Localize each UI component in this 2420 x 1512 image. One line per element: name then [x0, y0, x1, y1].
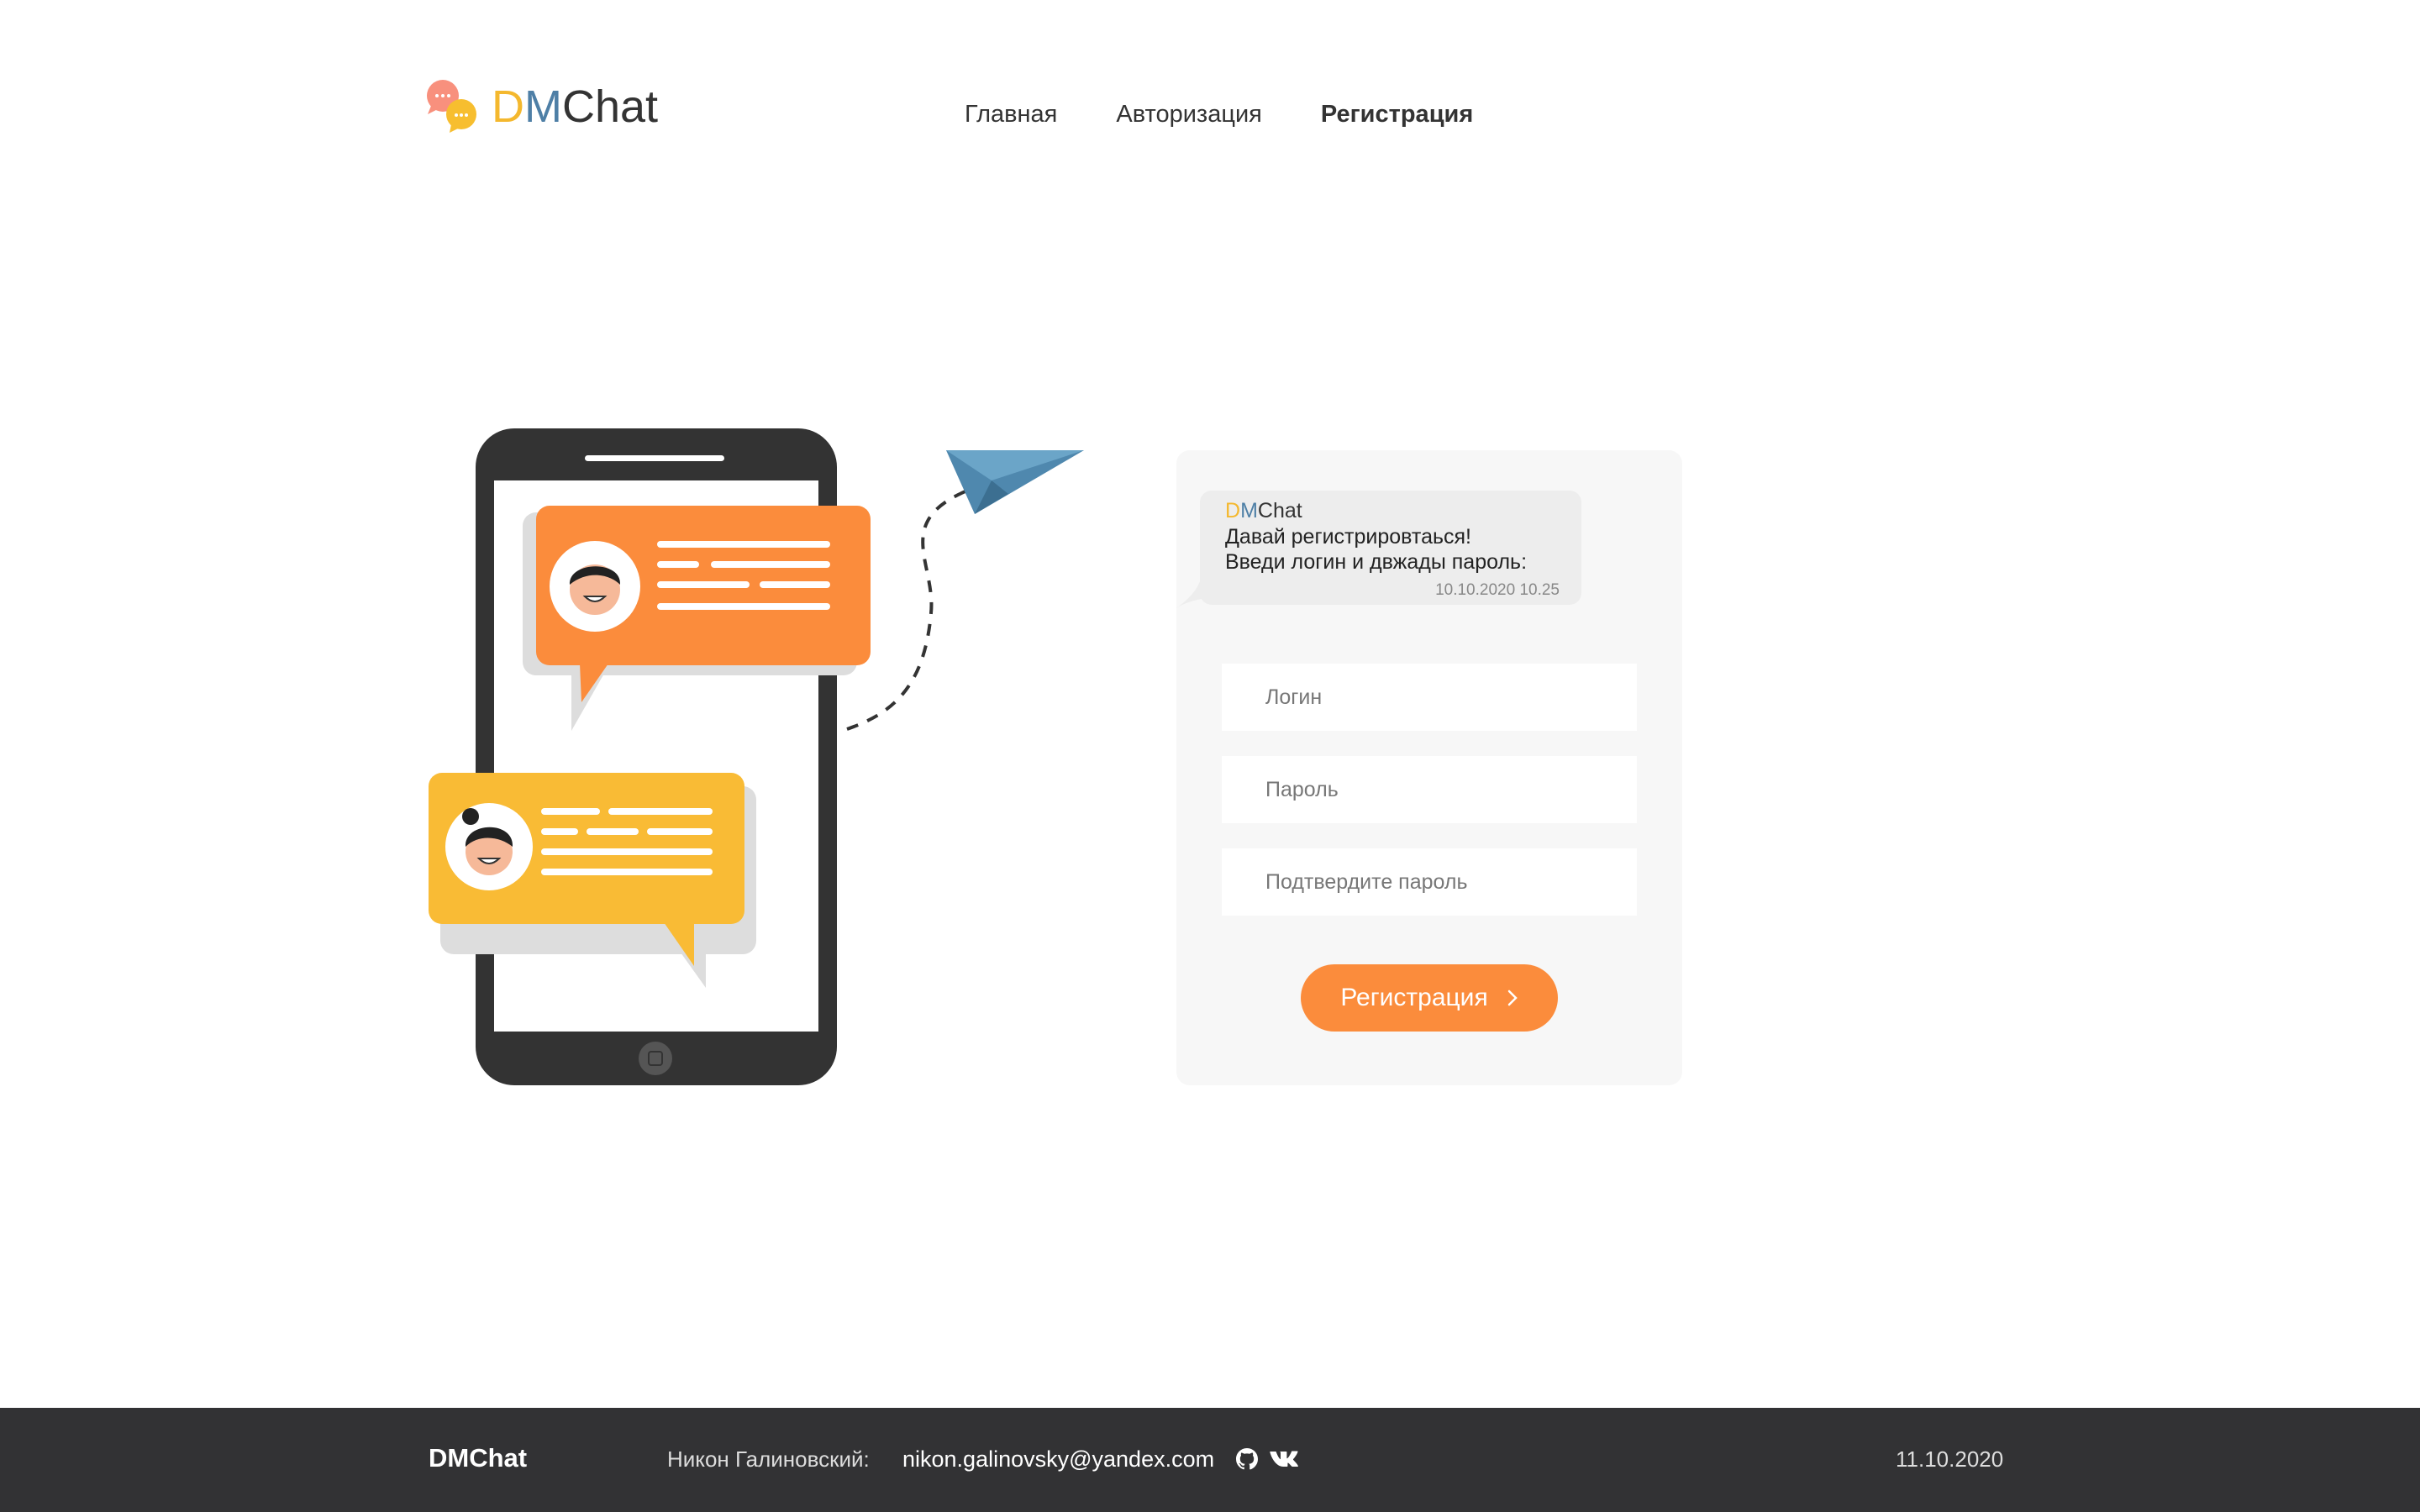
logo-text: DMChat	[492, 77, 658, 136]
logo-letter-m: M	[524, 81, 562, 132]
footer: DMChat Никон Галиновский: nikon.galinovs…	[0, 1408, 2420, 1512]
vk-icon[interactable]	[1269, 1446, 1302, 1473]
confirm-password-input[interactable]	[1222, 848, 1637, 916]
register-button[interactable]: Регистрация	[1301, 964, 1558, 1032]
footer-social-icons	[1234, 1445, 1302, 1473]
login-input[interactable]	[1222, 664, 1637, 731]
paper-plane-icon	[946, 450, 1084, 514]
footer-brand: DMChat	[429, 1443, 528, 1473]
chat-illustration	[429, 428, 1084, 1085]
logo-letter-d: D	[492, 81, 524, 132]
message-line-2: Введи логин и двжады пароль:	[1225, 550, 1528, 574]
logo[interactable]: DMChat	[424, 77, 658, 136]
nav-link-register[interactable]: Регистрация	[1321, 94, 1473, 134]
message-timestamp: 10.10.2020 10.25	[1435, 581, 1560, 599]
nav-link-login[interactable]: Авторизация	[1116, 94, 1261, 134]
footer-author: Никон Галиновский:	[667, 1446, 870, 1472]
registration-card: DMChat Давай регистрировтаься! Введи лог…	[1176, 450, 1682, 1085]
main-nav: Главная Авторизация Регистрация	[965, 94, 1473, 134]
nav-link-home[interactable]: Главная	[965, 94, 1057, 134]
footer-date: 11.10.2020	[1896, 1446, 2004, 1472]
logo-word-chat: Chat	[561, 81, 659, 132]
password-input[interactable]	[1222, 756, 1637, 823]
chat-bubbles-logo-icon	[427, 80, 476, 133]
chevron-right-icon	[1507, 990, 1518, 1006]
message-line-1: Давай регистрировтаься!	[1225, 525, 1471, 549]
header: DMChat Главная Авторизация Регистрация	[0, 0, 2420, 218]
sender-word-chat: Chat	[1257, 499, 1302, 522]
message-sender: DMChat	[1225, 497, 1556, 524]
sender-letter-m: M	[1240, 499, 1258, 522]
welcome-message-bubble: DMChat Давай регистрировтаься! Введи лог…	[1200, 491, 1581, 605]
sender-letter-d: D	[1225, 499, 1241, 522]
footer-email-link[interactable]: nikon.galinovsky@yandex.com	[902, 1445, 1214, 1473]
github-icon[interactable]	[1234, 1446, 1260, 1473]
register-button-label: Регистрация	[1340, 984, 1488, 1011]
